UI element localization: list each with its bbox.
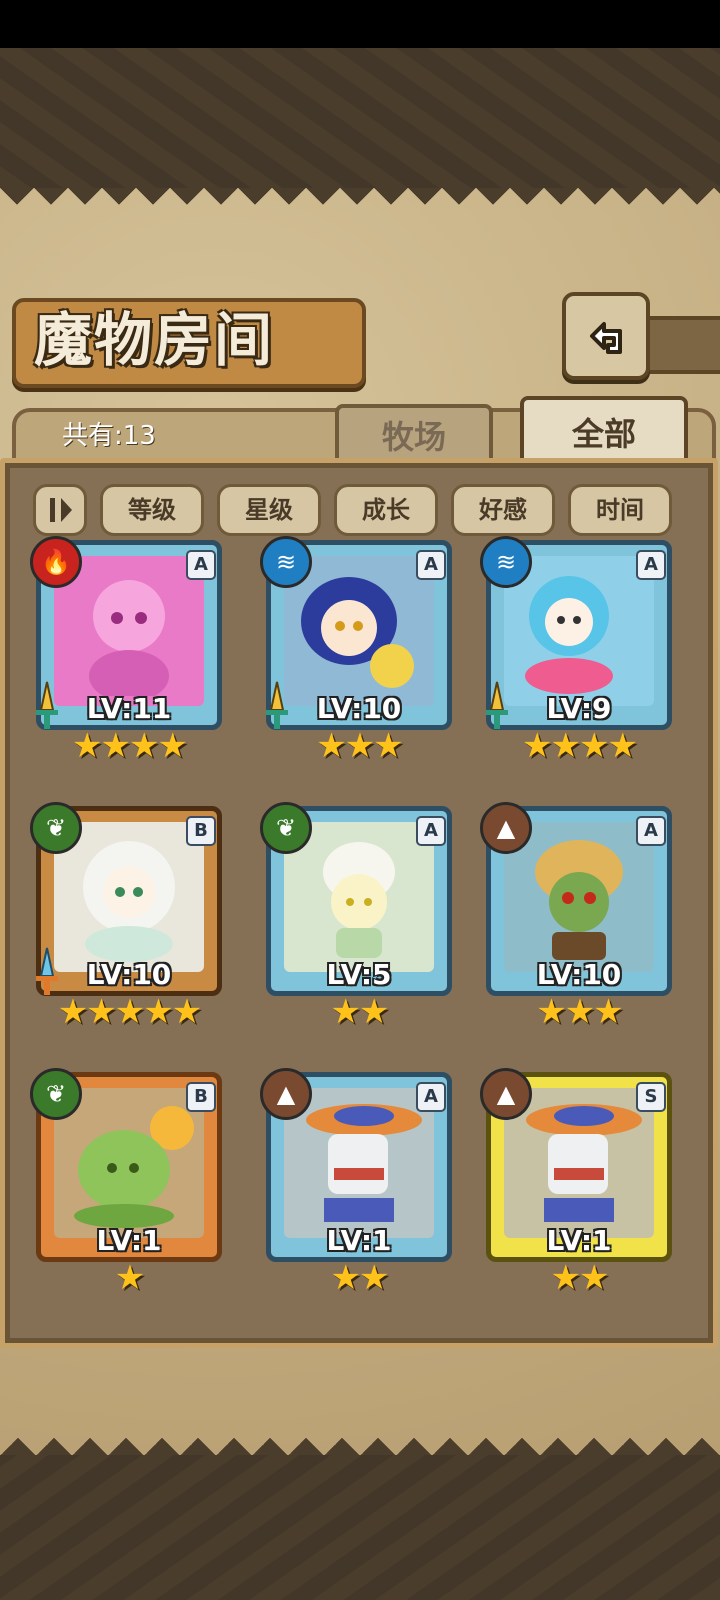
back-button-rail bbox=[640, 316, 720, 374]
star-rating: ★★★ bbox=[316, 726, 403, 766]
rank-badge: B bbox=[186, 1082, 216, 1112]
star-rating: ★ bbox=[114, 1258, 145, 1298]
sort-affection-button[interactable]: 好感 bbox=[451, 484, 555, 536]
back-arrow-icon bbox=[590, 322, 622, 354]
monster-portrait bbox=[54, 1088, 204, 1238]
leaf-element-icon: ❦ bbox=[30, 802, 82, 854]
sort-order-toggle[interactable] bbox=[33, 484, 87, 536]
rank-badge: A bbox=[636, 550, 666, 580]
sort-level-button[interactable]: 等级 bbox=[100, 484, 204, 536]
rank-badge: B bbox=[186, 816, 216, 846]
level-label: LV:10 bbox=[86, 958, 172, 991]
map-background-bottom bbox=[0, 1455, 720, 1600]
monster-portrait bbox=[504, 1088, 654, 1238]
star-rating: ★★ bbox=[330, 1258, 390, 1298]
monster-card[interactable]: A ▲ LV:1 ★★ bbox=[260, 1068, 452, 1298]
star-rating: ★★★★ bbox=[522, 726, 638, 766]
monster-portrait bbox=[54, 822, 204, 972]
monster-portrait bbox=[54, 556, 204, 706]
monster-portrait bbox=[284, 822, 434, 972]
mountain-element-icon: ▲ bbox=[260, 1068, 312, 1120]
torn-edge-top bbox=[0, 188, 720, 222]
monster-portrait bbox=[504, 822, 654, 972]
level-label: LV:11 bbox=[86, 692, 172, 725]
sort-time-button[interactable]: 时间 bbox=[568, 484, 672, 536]
mountain-element-icon: ▲ bbox=[480, 1068, 532, 1120]
status-bar bbox=[0, 0, 720, 48]
rank-badge: A bbox=[416, 1082, 446, 1112]
level-label: LV:10 bbox=[316, 692, 402, 725]
sort-growth-button[interactable]: 成长 bbox=[334, 484, 438, 536]
star-rating: ★★ bbox=[330, 992, 390, 1032]
sort-order-icon bbox=[50, 498, 72, 522]
monster-count: 共有:13 bbox=[62, 421, 156, 451]
rank-badge: A bbox=[636, 816, 666, 846]
leaf-element-icon: ❦ bbox=[30, 1068, 82, 1120]
star-rating: ★★★ bbox=[536, 992, 623, 1032]
rank-badge: A bbox=[186, 550, 216, 580]
monster-card[interactable]: B ❦ LV:1 ★ bbox=[30, 1068, 222, 1298]
level-label: LV:10 bbox=[536, 958, 622, 991]
water-element-icon: ≋ bbox=[480, 536, 532, 588]
back-button[interactable] bbox=[562, 292, 650, 380]
mountain-element-icon: ▲ bbox=[480, 802, 532, 854]
star-rating: ★★ bbox=[550, 1258, 610, 1298]
monster-card[interactable]: A ▲ LV:10 ★★★ bbox=[480, 802, 672, 1032]
monster-card[interactable]: A ≋ LV:10 ★★★ bbox=[260, 536, 452, 766]
star-rating: ★★★★★ bbox=[57, 992, 202, 1032]
monster-card[interactable]: A ❦ LV:5 ★★ bbox=[260, 802, 452, 1032]
level-label: LV:5 bbox=[326, 958, 392, 991]
monster-portrait bbox=[284, 556, 434, 706]
monster-card[interactable]: S ▲ LV:1 ★★ bbox=[480, 1068, 672, 1298]
monster-portrait bbox=[504, 556, 654, 706]
page-title: 魔物房间 bbox=[34, 306, 275, 374]
torn-edge-bottom bbox=[0, 1420, 720, 1456]
monster-card[interactable]: A ≋ LV:9 ★★★★ bbox=[480, 536, 672, 766]
sort-stars-button[interactable]: 星级 bbox=[217, 484, 321, 536]
rank-badge: A bbox=[416, 816, 446, 846]
monster-portrait bbox=[284, 1088, 434, 1238]
water-element-icon: ≋ bbox=[260, 536, 312, 588]
level-label: LV:1 bbox=[546, 1224, 612, 1257]
star-rating: ★★★★ bbox=[72, 726, 188, 766]
monster-card[interactable]: A 🔥 LV:11 ★★★★ bbox=[30, 536, 222, 766]
level-label: LV:1 bbox=[96, 1224, 162, 1257]
fire-element-icon: 🔥 bbox=[30, 536, 82, 588]
leaf-element-icon: ❦ bbox=[260, 802, 312, 854]
monster-card[interactable]: B ❦ LV:10 ★★★★★ bbox=[30, 802, 222, 1032]
level-label: LV:1 bbox=[326, 1224, 392, 1257]
rank-badge: A bbox=[416, 550, 446, 580]
level-label: LV:9 bbox=[546, 692, 612, 725]
map-background-top bbox=[0, 48, 720, 188]
rank-badge: S bbox=[636, 1082, 666, 1112]
